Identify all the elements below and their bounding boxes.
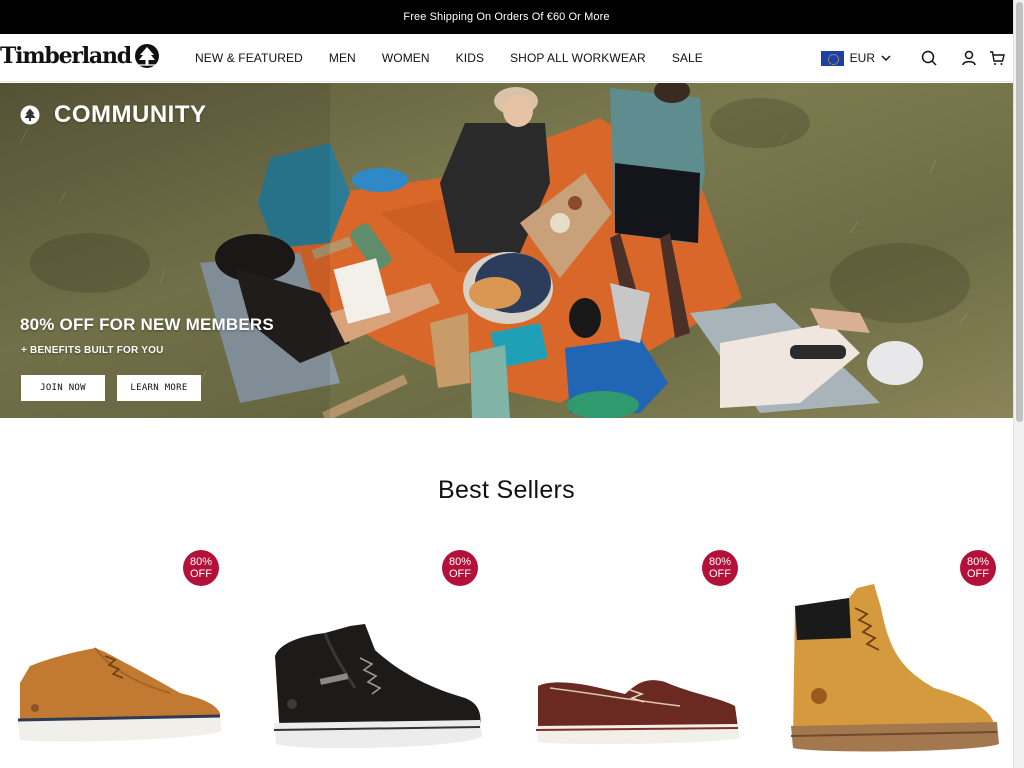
cart-button[interactable] xyxy=(989,34,1013,82)
hero-subline: + BENEFITS BUILT FOR YOU xyxy=(21,345,164,356)
account-button[interactable] xyxy=(949,34,989,82)
logo[interactable]: Timberland xyxy=(0,43,160,69)
header-utilities: EUR xyxy=(820,34,1013,82)
hero-banner[interactable]: COMMUNITY 80% OFF FOR NEW MEMBERS + BENE… xyxy=(0,83,1013,418)
join-now-button[interactable]: JOIN NOW xyxy=(21,375,105,401)
announcement-bar: Free Shipping On Orders Of €60 Or More xyxy=(0,0,1013,34)
eu-flag-icon xyxy=(820,50,844,66)
hero-headline: 80% OFF FOR NEW MEMBERS xyxy=(20,315,274,334)
currency-label: EUR xyxy=(849,51,875,65)
nav-women[interactable]: WOMEN xyxy=(369,51,443,65)
badge-value: 80% xyxy=(708,556,732,568)
badge-label: OFF xyxy=(709,568,731,580)
search-icon xyxy=(921,50,937,66)
badge-value: 80% xyxy=(966,556,990,568)
scrollbar-thumb[interactable] xyxy=(1016,2,1023,422)
site-header: Timberland NEW & FEATURED MEN WOMEN KIDS… xyxy=(0,34,1013,82)
hero-tag-text: COMMUNITY xyxy=(54,101,207,128)
main-nav: NEW & FEATURED MEN WOMEN KIDS SHOP ALL W… xyxy=(182,34,716,82)
discount-badge: 80% OFF xyxy=(183,550,219,586)
hero-image xyxy=(0,83,1013,418)
discount-badge: 80% OFF xyxy=(442,550,478,586)
discount-badge: 80% OFF xyxy=(960,550,996,586)
badge-value: 80% xyxy=(189,556,213,568)
page: Free Shipping On Orders Of €60 Or More T… xyxy=(0,0,1024,768)
product-card[interactable]: 80% OFF xyxy=(270,548,484,768)
logo-wordmark: Timberland xyxy=(0,43,132,69)
product-card[interactable]: 80% OFF xyxy=(789,548,1003,768)
nav-shop-all-workwear[interactable]: SHOP ALL WORKWEAR xyxy=(497,51,659,65)
search-button[interactable] xyxy=(909,34,949,82)
cart-icon xyxy=(990,51,1005,65)
page-scrollbar[interactable] xyxy=(1013,0,1024,768)
product-card[interactable]: 80% OFF xyxy=(530,548,744,768)
chevron-down-icon xyxy=(881,55,891,62)
discount-badge: 80% OFF xyxy=(702,550,738,586)
product-card[interactable]: 80% OFF xyxy=(10,548,224,768)
account-icon xyxy=(962,50,976,66)
badge-label: OFF xyxy=(449,568,471,580)
badge-label: OFF xyxy=(190,568,212,580)
nav-sale[interactable]: SALE xyxy=(659,51,716,65)
announcement-text: Free Shipping On Orders Of €60 Or More xyxy=(403,11,610,23)
currency-selector[interactable]: EUR xyxy=(820,50,891,66)
badge-label: OFF xyxy=(967,568,989,580)
best-sellers-title: Best Sellers xyxy=(438,476,575,504)
hero-tag: COMMUNITY xyxy=(20,101,206,129)
learn-more-button[interactable]: LEARN MORE xyxy=(117,375,201,401)
nav-kids[interactable]: KIDS xyxy=(443,51,497,65)
tree-logo-icon xyxy=(134,44,159,68)
nav-men[interactable]: MEN xyxy=(316,51,369,65)
badge-value: 80% xyxy=(448,556,472,568)
tree-badge-icon xyxy=(20,105,40,125)
nav-new-featured[interactable]: NEW & FEATURED xyxy=(182,51,316,65)
